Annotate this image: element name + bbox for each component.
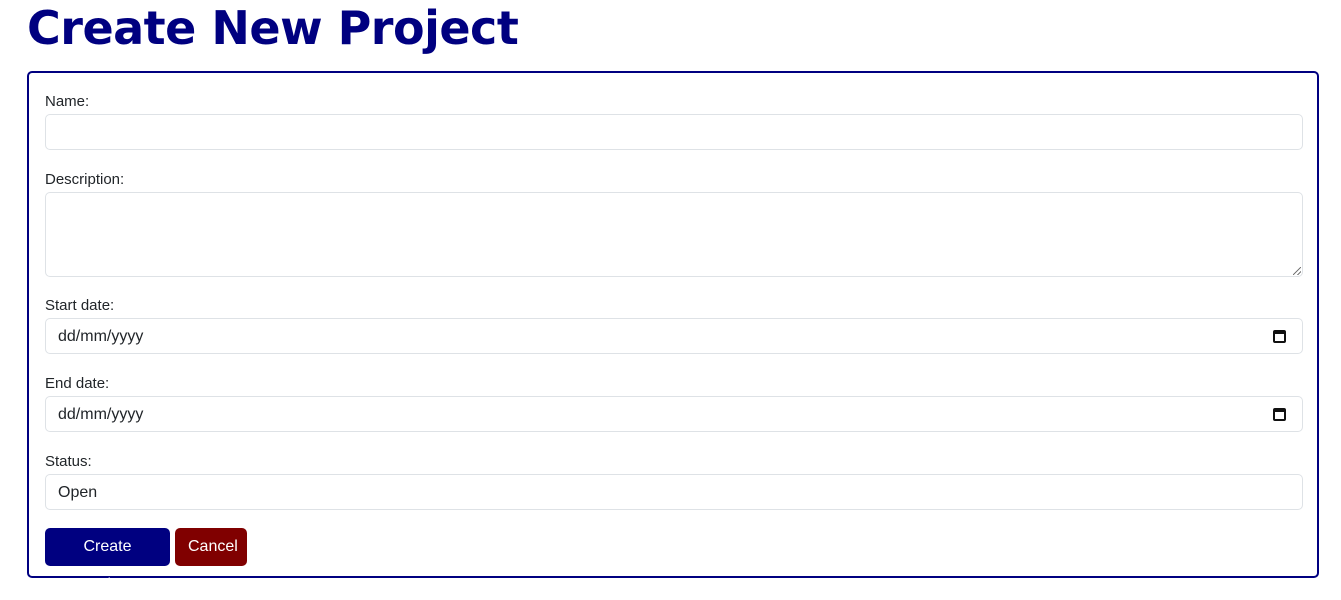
create-project-button[interactable]: Create Project	[45, 528, 170, 593]
cancel-button[interactable]: Cancel	[175, 528, 247, 566]
description-textarea[interactable]	[45, 192, 1303, 277]
calendar-icon[interactable]	[1273, 330, 1286, 343]
name-input[interactable]	[45, 114, 1303, 150]
status-input[interactable]: Open	[45, 474, 1303, 510]
status-input-value: Open	[58, 484, 98, 501]
end-date-label: End date:	[45, 375, 110, 392]
calendar-icon[interactable]	[1273, 408, 1286, 421]
create-project-page: Create New Project Name: Description: St…	[0, 0, 1341, 600]
status-label: Status:	[45, 453, 92, 470]
start-date-input[interactable]: dd/mm/yyyy	[45, 318, 1303, 354]
description-label: Description:	[45, 171, 125, 188]
page-title: Create New Project	[27, 1, 519, 55]
resize-handle-icon[interactable]	[1293, 267, 1301, 275]
name-label: Name:	[45, 93, 90, 110]
end-date-placeholder: dd/mm/yyyy	[58, 406, 144, 423]
start-date-placeholder: dd/mm/yyyy	[58, 328, 144, 345]
start-date-label: Start date:	[45, 297, 115, 314]
end-date-input[interactable]: dd/mm/yyyy	[45, 396, 1303, 432]
project-form: Name: Description: Start date: dd/mm/yyy…	[27, 71, 1319, 593]
